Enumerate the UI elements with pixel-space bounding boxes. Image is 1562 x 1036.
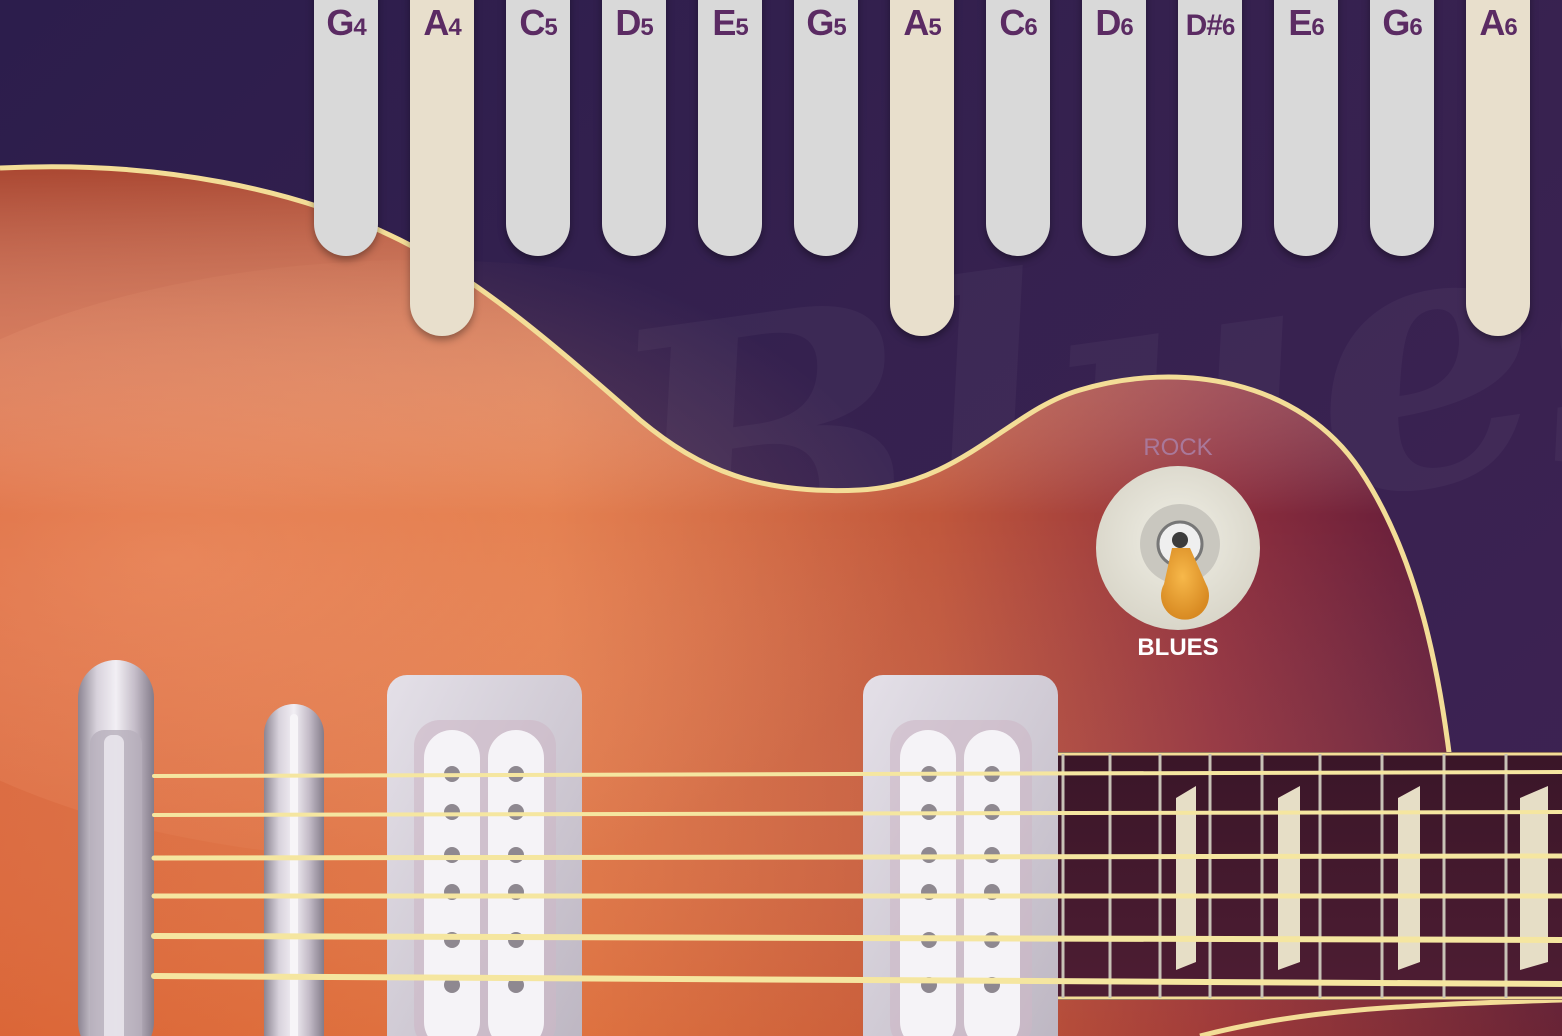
note-octave: 6 xyxy=(1311,14,1324,41)
note-key-label: C5 xyxy=(506,2,570,44)
note-name: C xyxy=(519,2,545,43)
note-key-label: E6 xyxy=(1274,2,1338,44)
note-key-label: G4 xyxy=(314,2,378,44)
note-name: G xyxy=(806,2,834,43)
note-key-label: A5 xyxy=(890,2,954,44)
rock-blues-toggle[interactable] xyxy=(1096,466,1260,630)
note-name: G xyxy=(1382,2,1410,43)
note-name: D xyxy=(1095,2,1121,43)
note-key-c6[interactable]: C6 xyxy=(986,0,1050,256)
note-octave: 5 xyxy=(735,14,748,41)
note-name: A xyxy=(1479,2,1505,43)
note-octave: 6 xyxy=(1409,14,1422,41)
note-name: A xyxy=(903,2,929,43)
string-5 xyxy=(151,933,1562,943)
note-key-g5[interactable]: G5 xyxy=(794,0,858,256)
note-key-label: D5 xyxy=(602,2,666,44)
note-key-label: D6 xyxy=(1082,2,1146,44)
note-name: E xyxy=(1288,2,1312,43)
note-octave: 5 xyxy=(928,14,941,41)
note-key-g6[interactable]: G6 xyxy=(1370,0,1434,256)
note-key-d6[interactable]: D6 xyxy=(1082,0,1146,256)
bridge xyxy=(264,704,324,1036)
note-key-e5[interactable]: E5 xyxy=(698,0,762,256)
toggle-rock-label[interactable]: ROCK xyxy=(1098,434,1258,462)
note-name: C xyxy=(999,2,1025,43)
stopbar-tailpiece xyxy=(78,660,154,1036)
note-name: D# xyxy=(1185,9,1223,42)
note-key-label: A6 xyxy=(1466,2,1530,44)
note-octave: 6 xyxy=(1024,14,1037,41)
note-octave: 5 xyxy=(833,14,846,41)
note-key-c5[interactable]: C5 xyxy=(506,0,570,256)
note-key-label: E5 xyxy=(698,2,762,44)
note-key-a6[interactable]: A6 xyxy=(1466,0,1530,336)
note-key-d5[interactable]: D5 xyxy=(602,0,666,256)
fretboard xyxy=(1058,752,1562,1000)
note-name: D xyxy=(615,2,641,43)
note-octave: 5 xyxy=(544,14,557,41)
note-octave: 6 xyxy=(1120,14,1133,41)
note-octave: 5 xyxy=(640,14,653,41)
note-name: A xyxy=(423,2,449,43)
note-key-label: A4 xyxy=(410,2,474,44)
note-key-label: C6 xyxy=(986,2,1050,44)
note-octave: 6 xyxy=(1504,14,1517,41)
note-key-g4[interactable]: G4 xyxy=(314,0,378,256)
string-3 xyxy=(151,853,1562,861)
note-octave: 4 xyxy=(353,14,366,41)
note-key-label: G5 xyxy=(794,2,858,44)
note-key-label: G6 xyxy=(1370,2,1434,44)
note-octave: 6 xyxy=(1222,14,1235,41)
note-name: E xyxy=(712,2,736,43)
note-key-a4[interactable]: A4 xyxy=(410,0,474,336)
note-name: G xyxy=(326,2,354,43)
note-key-label: D#6 xyxy=(1178,2,1242,44)
note-key-a5[interactable]: A5 xyxy=(890,0,954,336)
note-key-e6[interactable]: E6 xyxy=(1274,0,1338,256)
guitar-stage: Blues xyxy=(0,0,1562,1036)
note-octave: 4 xyxy=(448,14,461,41)
toggle-blues-label[interactable]: BLUES xyxy=(1098,634,1258,662)
note-key-dsharp6[interactable]: D#6 xyxy=(1178,0,1242,256)
